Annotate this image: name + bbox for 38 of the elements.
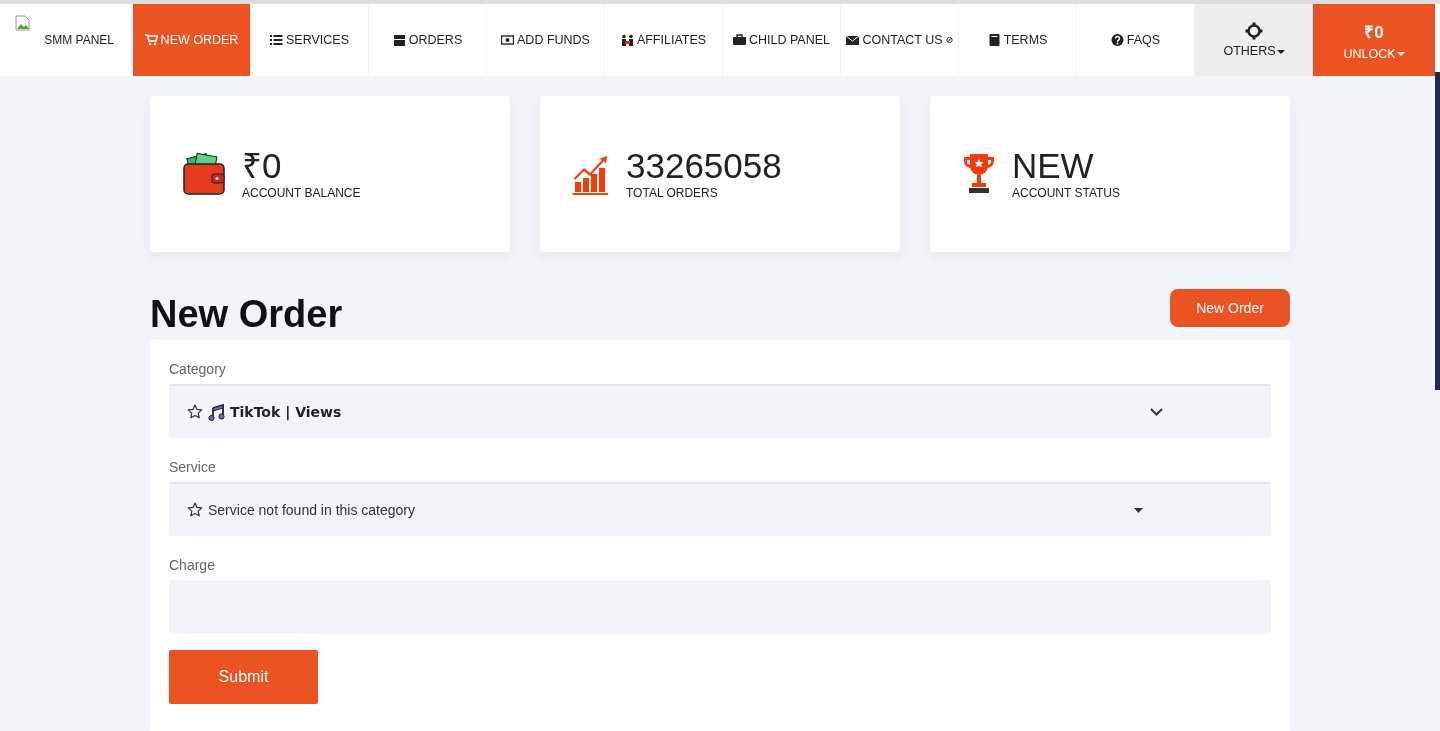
field-label: Service: [169, 458, 216, 476]
stat-label: ACCOUNT BALANCE: [242, 186, 361, 200]
page-heading: New Order: [150, 294, 343, 334]
stat-value: 33265058: [626, 148, 782, 184]
list-icon: [270, 34, 283, 46]
wallet-icon: [182, 152, 226, 196]
others-dropdown[interactable]: OTHERS: [1195, 4, 1313, 76]
scrollbar[interactable]: [1435, 72, 1440, 390]
field-label: Category: [169, 360, 226, 378]
balance-dropdown[interactable]: ₹0 UNLOCK: [1313, 4, 1435, 76]
service-select[interactable]: Service not found in this category: [169, 482, 1271, 536]
chevron-down-icon: [1150, 408, 1163, 416]
envelope-icon: [846, 34, 860, 46]
stat-value: NEW: [1012, 148, 1095, 184]
new-order-button[interactable]: New Order: [1170, 289, 1290, 327]
category-select[interactable]: TikTok | Views: [169, 384, 1271, 438]
box-icon: [392, 34, 406, 46]
star-icon: [187, 502, 203, 518]
submit-button[interactable]: Submit: [169, 650, 318, 704]
gear-icon: [1245, 22, 1263, 40]
cart-icon: [144, 34, 158, 46]
brand-name[interactable]: SMM PANEL: [44, 33, 114, 47]
stat-label: ACCOUNT STATUS: [1012, 186, 1120, 200]
people-icon: [620, 34, 634, 46]
broken-image-icon: [15, 15, 31, 31]
field-label: Charge: [169, 556, 215, 574]
stat-label: TOTAL ORDERS: [626, 186, 719, 200]
spinner-icon: [945, 36, 953, 44]
caret-icon: [1134, 507, 1143, 513]
music-note-icon: [208, 403, 225, 421]
star-icon: [187, 404, 203, 420]
trophy-icon: [962, 152, 996, 196]
book-icon: [987, 34, 1001, 46]
money-icon: [501, 34, 515, 46]
briefcase-icon: [732, 34, 746, 46]
nav-tab[interactable]: NEW ORDER: [133, 4, 251, 76]
stat-value: ₹0: [242, 148, 283, 184]
question-icon: [1110, 34, 1124, 46]
